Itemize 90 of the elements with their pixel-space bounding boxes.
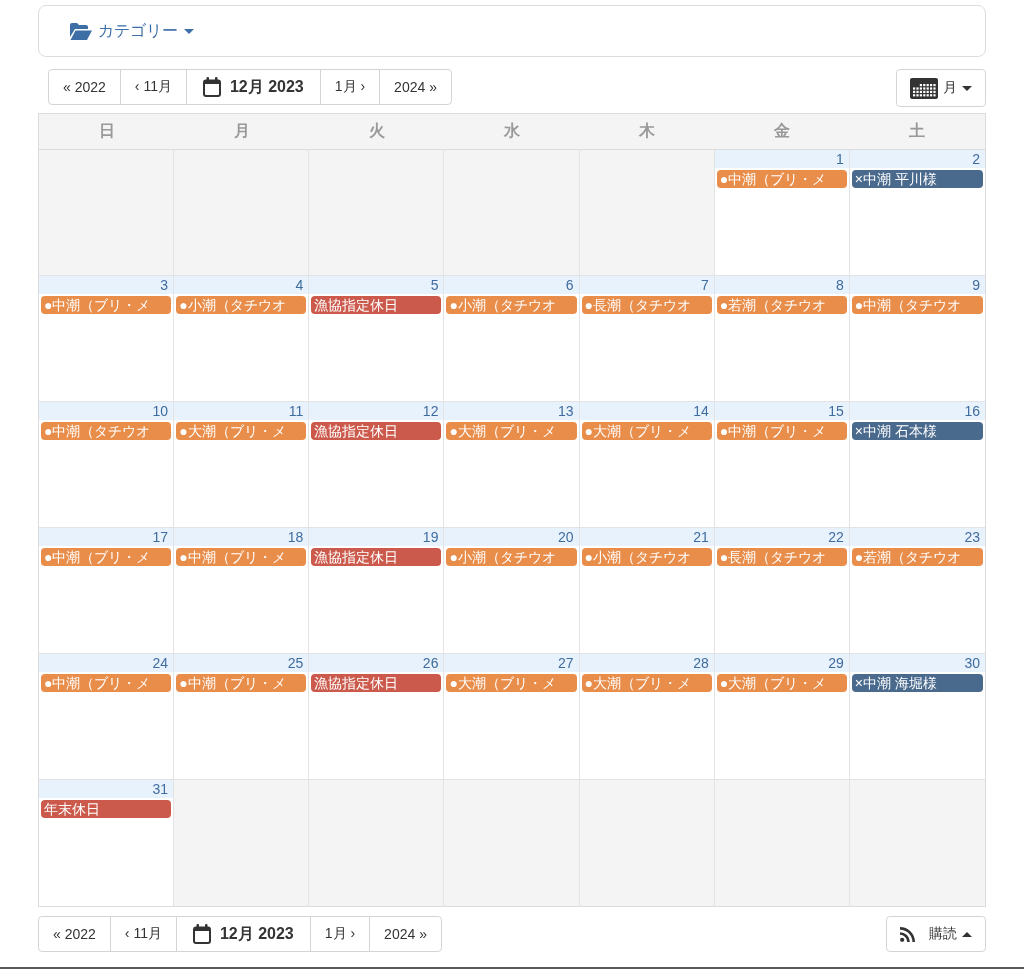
nav-button[interactable]: 2024 » [369, 916, 442, 952]
day-number: 15 [714, 402, 849, 420]
calendar-event[interactable]: 年末休日 [41, 800, 172, 818]
caret-icon [962, 85, 972, 91]
current-month-button[interactable]: 12月 2023 [175, 916, 311, 952]
calendar-event[interactable]: 漁協指定休日 [311, 296, 442, 314]
day-number: 18 [174, 528, 309, 546]
weekday-label: 日 [97, 121, 116, 141]
day-number: 12 [309, 402, 444, 420]
day-number: 6 [444, 276, 579, 294]
day-number: 11 [174, 402, 309, 420]
view-menu-button[interactable]: 月 [896, 69, 986, 107]
folder-icon [70, 22, 92, 40]
weekday-label: 土 [908, 121, 927, 141]
current-month-button[interactable]: 12月 2023 [185, 69, 321, 105]
calendar-event[interactable]: ●長潮（タチウオ [716, 548, 847, 566]
weekday-label: 水 [503, 121, 521, 141]
calendar-event[interactable]: ●中潮（タチウオ [851, 296, 983, 314]
day-number: 26 [309, 654, 444, 672]
calendar-event[interactable]: ●中潮（ブリ・メ [176, 674, 307, 692]
nav-button[interactable]: 1月 › [319, 69, 381, 105]
calendar-event[interactable]: ●若潮（タチウオ [716, 296, 847, 314]
calendar-event[interactable]: ●若潮（タチウオ [851, 548, 983, 566]
nav-button[interactable]: ‹ 11月 [109, 916, 177, 952]
category-menu[interactable]: カテゴリー [70, 20, 194, 42]
day-number: 31 [39, 780, 174, 798]
calendar-event[interactable]: ●小潮（タチウオ [446, 548, 577, 566]
calendar-event[interactable]: ●中潮（ブリ・メ [41, 548, 172, 566]
day-number: 28 [579, 654, 714, 672]
calendar-event[interactable]: ●中潮（ブリ・メ [176, 548, 307, 566]
calendar-event[interactable]: ●小潮（タチウオ [176, 296, 307, 314]
day-number: 8 [714, 276, 849, 294]
day-number: 19 [309, 528, 444, 546]
nav-button[interactable]: « 2022 [48, 69, 121, 105]
nav-button[interactable]: 2024 » [379, 69, 452, 105]
calendar-event[interactable]: ●小潮（タチウオ [581, 548, 712, 566]
day-number: 10 [39, 402, 174, 420]
caret-icon [184, 28, 194, 34]
day-number: 9 [849, 276, 985, 294]
day-number: 21 [579, 528, 714, 546]
day-number: 25 [174, 654, 309, 672]
day-number: 27 [444, 654, 579, 672]
weekday-label: 木 [638, 121, 657, 141]
calendar-event[interactable]: 漁協指定休日 [311, 674, 442, 692]
nav-button[interactable]: « 2022 [38, 916, 111, 952]
calendar-event[interactable]: ●中潮（タチウオ [41, 422, 172, 440]
weekday-label: 月 [232, 121, 251, 141]
calendar-event[interactable]: 漁協指定休日 [311, 548, 442, 566]
day-number: 23 [849, 528, 985, 546]
calendar-icon [192, 924, 211, 944]
day-number: 22 [714, 528, 849, 546]
day-number: 30 [849, 654, 985, 672]
calendar-grid-icon [910, 77, 938, 99]
calendar-event[interactable]: ●大潮（ブリ・メ [446, 674, 577, 692]
day-number: 2 [849, 150, 985, 168]
day-number: 17 [39, 528, 174, 546]
day-number: 14 [579, 402, 714, 420]
day-number: 20 [444, 528, 579, 546]
day-number: 7 [579, 276, 714, 294]
calendar-event[interactable]: 漁協指定休日 [311, 422, 442, 440]
nav-button[interactable]: ‹ 11月 [119, 69, 187, 105]
nav-button[interactable]: 1月 › [309, 916, 371, 952]
calendar-event[interactable]: ●大潮（ブリ・メ [446, 422, 577, 440]
calendar-event[interactable]: ●小潮（タチウオ [446, 296, 577, 314]
weekday-label: 金 [773, 121, 792, 141]
day-number: 1 [714, 150, 849, 168]
weekday-label: 火 [367, 121, 386, 141]
calendar-event[interactable]: ●中潮（ブリ・メ [41, 296, 172, 314]
calendar-event[interactable]: ●長潮（タチウオ [581, 296, 712, 314]
calendar-event[interactable]: ●大潮（ブリ・メ [581, 422, 712, 440]
day-number: 5 [309, 276, 444, 294]
caret-icon [962, 931, 972, 937]
calendar-icon [202, 77, 221, 97]
day-number: 29 [714, 654, 849, 672]
day-number: 3 [39, 276, 174, 294]
calendar-event[interactable]: ×中潮 海堀様 [851, 674, 983, 692]
calendar-event[interactable]: ●中潮（ブリ・メ [41, 674, 172, 692]
calendar-event[interactable]: ×中潮 石本様 [851, 422, 983, 440]
day-number: 24 [39, 654, 174, 672]
calendar-event[interactable]: ●中潮（ブリ・メ [716, 422, 847, 440]
calendar-event[interactable]: ●大潮（ブリ・メ [581, 674, 712, 692]
day-number: 4 [174, 276, 309, 294]
calendar-event[interactable]: ●大潮（ブリ・メ [176, 422, 307, 440]
subscribe-menu-button[interactable]: 購読 [886, 916, 986, 952]
day-number: 16 [849, 402, 985, 420]
day-number: 13 [444, 402, 579, 420]
calendar-event[interactable]: ●中潮（ブリ・メ [716, 170, 847, 188]
rss-icon [900, 926, 915, 942]
calendar-event[interactable]: ●大潮（ブリ・メ [716, 674, 847, 692]
calendar-event[interactable]: ×中潮 平川様 [851, 170, 983, 188]
